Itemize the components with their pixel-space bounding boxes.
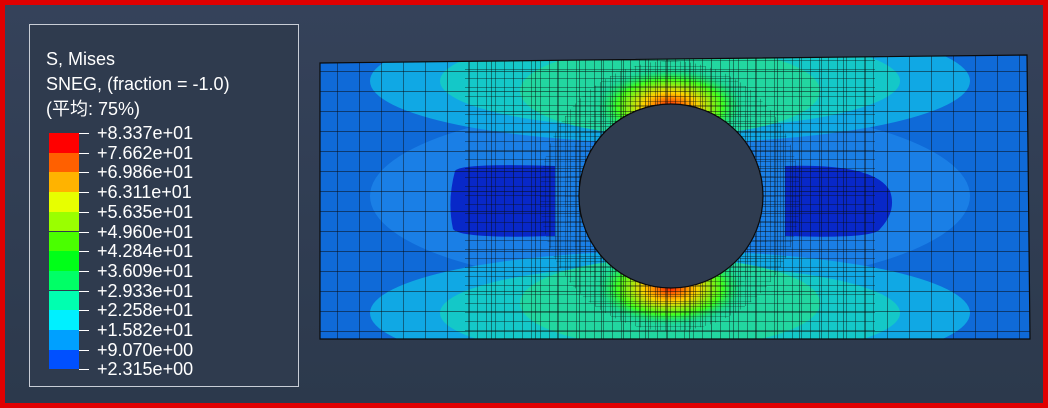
legend-value-label: +6.986e+01 (97, 162, 194, 183)
legend-tick (79, 349, 89, 351)
legend-swatch (49, 211, 79, 232)
legend-tick (79, 369, 89, 371)
legend-swatch (49, 330, 79, 350)
legend-value-label: +4.284e+01 (97, 241, 194, 262)
legend-variable: S, Mises (46, 49, 116, 69)
legend-swatch (49, 349, 79, 370)
legend-swatch (49, 251, 79, 271)
legend-swatch (49, 133, 79, 153)
legend-value-label: +3.609e+01 (97, 260, 194, 281)
legend-tick (79, 290, 89, 292)
legend-value-label: +1.582e+01 (97, 320, 194, 340)
legend-value-label: +8.337e+01 (97, 123, 194, 143)
legend-swatch (49, 152, 79, 173)
legend-tick (79, 310, 89, 312)
legend-swatch (49, 310, 79, 330)
legend-value-label: +7.662e+01 (97, 142, 194, 163)
legend-value-label: +2.933e+01 (97, 280, 194, 301)
hole (578, 103, 764, 289)
legend-swatch (49, 231, 79, 252)
viewport-frame: S, Mises SNEG, (fraction = -1.0) (平均: 75… (0, 0, 1048, 408)
legend-swatch (49, 290, 79, 311)
legend-tick (79, 133, 89, 134)
legend-value-label: +9.070e+00 (97, 339, 194, 360)
legend-swatch (49, 270, 79, 291)
legend-value-label: +5.635e+01 (97, 201, 194, 222)
contour-plot (319, 54, 1031, 340)
legend-tick (79, 251, 89, 253)
legend-tick (79, 330, 89, 331)
legend-option: SNEG, (fraction = -1.0) (46, 74, 230, 94)
legend-tick (79, 192, 89, 194)
legend-tick (79, 211, 89, 213)
legend-tick (79, 152, 89, 154)
legend-average: (平均: 75%) (46, 99, 141, 119)
legend-tick (79, 172, 89, 174)
legend-value-label: +6.311e+01 (97, 182, 192, 203)
legend-swatch (49, 192, 79, 212)
legend-value-label: +4.960e+01 (97, 221, 194, 242)
legend-tick (79, 270, 89, 272)
legend-value-label: +2.258e+01 (97, 300, 194, 321)
legend-tick (79, 231, 89, 233)
legend-swatch (49, 172, 79, 192)
contour-legend: S, Mises SNEG, (fraction = -1.0) (平均: 75… (29, 24, 299, 387)
legend-value-label: +2.315e+00 (97, 359, 194, 380)
